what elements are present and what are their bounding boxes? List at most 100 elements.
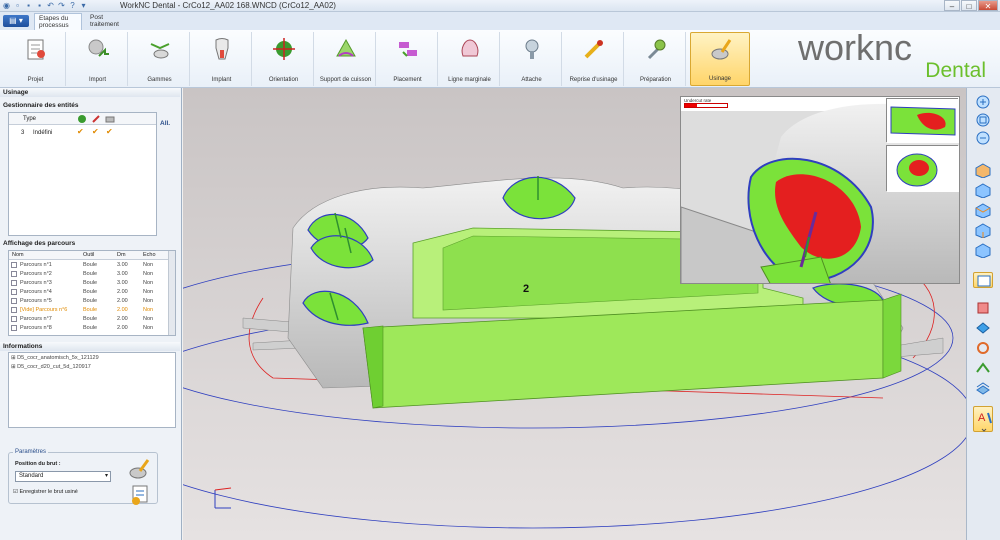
tab-post-processing[interactable]: Post traitement [86, 13, 134, 30]
ribbon-button-import[interactable]: Import [68, 32, 128, 86]
toolpath-visibility-checkbox[interactable] [11, 289, 17, 295]
ribbon-button-gammes[interactable]: Gammes [130, 32, 190, 86]
all-button[interactable]: All. [160, 120, 170, 127]
information-tree[interactable]: ⊞ D5_cocr_anatomisch_5x_121129 ⊞ D5_cocr… [8, 352, 176, 428]
view-top-icon[interactable] [973, 182, 993, 199]
help-icon[interactable]: ? [68, 1, 77, 10]
shading-icon[interactable] [973, 320, 993, 336]
thumbnail-bottom[interactable] [886, 145, 959, 192]
toolpath-tool-cell: Boule [83, 271, 98, 277]
check-icon[interactable]: ✔ [92, 127, 99, 136]
save-as-icon[interactable]: ▪ [35, 1, 44, 10]
thumbnail-bottom-render [887, 146, 959, 192]
toolpath-row[interactable]: Parcours n°7 Boule 2.00 Non [10, 315, 168, 323]
gammes-icon [150, 43, 170, 59]
tool-icon [92, 115, 100, 123]
ribbon-button-reprise-usinage[interactable]: Reprise d'usinage [564, 32, 624, 86]
info-item[interactable]: ⊞ D5_cocr_anatomisch_5x_121129 [11, 355, 99, 361]
close-button[interactable]: ✕ [978, 0, 998, 11]
display-mode-icon[interactable] [973, 272, 993, 288]
check-icon[interactable]: ✔ [106, 127, 113, 136]
simulate-icon[interactable] [128, 458, 152, 480]
position-select[interactable]: Standard ▾ [15, 471, 111, 482]
orientation-icon [273, 38, 295, 60]
undercut-detail-view[interactable]: Undercut rate [680, 96, 960, 284]
ribbon-button-support-de-cuisson[interactable]: Support de cuisson [316, 32, 376, 86]
toolpath-visibility-checkbox[interactable] [11, 316, 17, 322]
thumbnail-top-render [887, 99, 959, 143]
information-title: Informations [0, 342, 180, 351]
toolpath-name-cell: Parcours n°5 [20, 298, 52, 304]
ribbon-button-orientation[interactable]: Orientation [254, 32, 314, 86]
machining-icon [711, 39, 732, 60]
toolpath-visibility-checkbox[interactable] [11, 325, 17, 331]
panel-title: Usinage [0, 88, 180, 97]
save-stock-checkbox[interactable]: ☑ Enregistrer le brut usiné [13, 489, 78, 495]
view-bottom-icon[interactable] [973, 242, 993, 259]
toolpath-tool-cell: Boule [83, 262, 98, 268]
toolpath-row[interactable]: Parcours n°3 Boule 3.00 Non [10, 279, 168, 287]
thumbnail-top[interactable] [886, 98, 959, 143]
ribbon-button-ligne-marginale[interactable]: Ligne marginale [440, 32, 500, 86]
toolpath-echo-cell: Non [143, 316, 154, 322]
view-toolbar: A [966, 88, 1000, 540]
svg-text:A: A [978, 412, 986, 424]
toolpath-row[interactable]: Parcours n°5 Boule 2.00 Non [10, 297, 168, 305]
view-front-icon[interactable] [973, 202, 993, 219]
undo-icon[interactable]: ↶ [46, 1, 55, 10]
toolpath-name-cell: Parcours n°2 [20, 271, 52, 277]
toolpath-name-cell: [Vide] Parcours n°6 [20, 307, 68, 313]
view-iso-icon[interactable] [973, 162, 993, 179]
new-icon[interactable]: ▫ [13, 1, 22, 10]
toolpath-row[interactable]: Parcours n°4 Boule 2.00 Non [10, 288, 168, 296]
toolpath-visibility-checkbox[interactable] [11, 307, 17, 313]
attachment-icon [525, 39, 539, 59]
maximize-button[interactable]: □ [961, 0, 977, 11]
toolpath-visibility-checkbox[interactable] [11, 280, 17, 286]
stock-icon[interactable] [973, 300, 993, 316]
dropdown-icon[interactable]: ▾ [79, 1, 88, 10]
zoom-out-icon[interactable] [973, 130, 993, 146]
ribbon-button-placement[interactable]: Placement [378, 32, 438, 86]
toolpath-row[interactable]: Parcours n°2 Boule 3.00 Non [10, 270, 168, 278]
toolpath-visibility-checkbox[interactable] [11, 271, 17, 277]
toolpath-visibility-checkbox[interactable] [11, 298, 17, 304]
toolpath-display-icon[interactable] [973, 360, 993, 376]
type-column-header[interactable]: Type [23, 116, 36, 122]
toolpath-row[interactable]: Parcours n°1 Boule 3.00 Non [10, 261, 168, 269]
ribbon-button-implant[interactable]: Implant [192, 32, 252, 86]
ribbon-button-preparation[interactable]: Préparation [626, 32, 686, 86]
toolpath-tool-cell: Boule [83, 325, 98, 331]
toolpath-name-cell: Parcours n°3 [20, 280, 52, 286]
toolpath-row[interactable]: Parcours n°8 Boule 2.00 Non [10, 324, 168, 332]
entity-type-cell[interactable]: Indéfini [33, 130, 52, 136]
wireframe-icon[interactable] [973, 340, 993, 356]
toolpath-scrollbar[interactable] [168, 251, 175, 335]
toolpath-row[interactable]: [Vide] Parcours n°6 Boule 2.00 Non [10, 306, 168, 314]
view-side-icon[interactable] [973, 222, 993, 239]
check-icon[interactable]: ✔ [77, 127, 84, 136]
toolpath-dm-cell: 2.00 [117, 298, 128, 304]
toolpath-visibility-checkbox[interactable] [11, 262, 17, 268]
info-item[interactable]: ⊞ D5_cocr_d20_cut_5d_120917 [11, 364, 91, 370]
quick-access-toolbar: ◉ ▫ ▪ ▪ ↶ ↷ ? ▾ [2, 1, 88, 10]
app-icon[interactable]: ◉ [2, 1, 11, 10]
3d-viewport[interactable]: 2 Undercut rate [183, 88, 966, 540]
toolpath-echo-cell: Non [143, 307, 154, 313]
application-menu-button[interactable]: ▤ ▾ [3, 15, 29, 27]
toolpath-list[interactable]: Nom Outil Dm Echo Parcours n°1 Boule 3.00 N… [8, 250, 176, 336]
zoom-extent-icon[interactable] [973, 112, 993, 128]
layers-display-icon[interactable] [973, 380, 993, 396]
zoom-in-icon[interactable] [973, 94, 993, 110]
minimize-button[interactable]: – [944, 0, 960, 11]
redo-icon[interactable]: ↷ [57, 1, 66, 10]
tab-process-steps[interactable]: Etapes du processus [34, 13, 82, 30]
ribbon-button-usinage[interactable]: Usinage [690, 32, 750, 86]
save-icon[interactable]: ▪ [24, 1, 33, 10]
surface-icon [78, 115, 86, 123]
ribbon-button-attache[interactable]: Attache [502, 32, 562, 86]
report-icon[interactable] [128, 484, 152, 506]
entity-grid[interactable]: Type 3 Indéfini ✔ ✔ ✔ [8, 112, 157, 236]
ribbon-button-projet[interactable]: Projet [6, 32, 66, 86]
annotation-icon[interactable]: A [973, 406, 993, 432]
